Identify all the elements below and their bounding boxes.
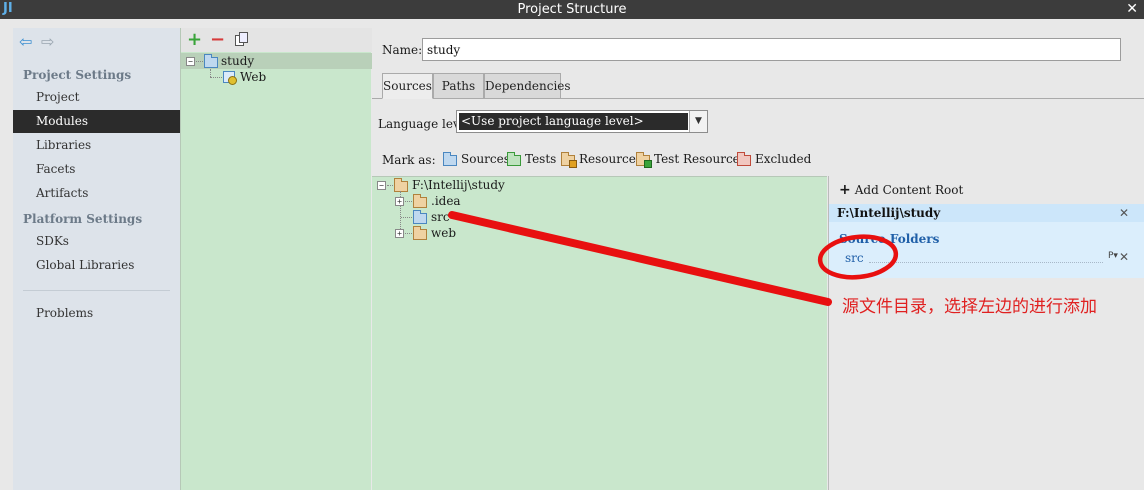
tree-root-label: F:\Intellij\study [412,178,505,192]
content-root-panel: + Add Content Root F:\Intellij\study ✕ So… [828,176,1144,490]
sidebar-item-facets[interactable]: Facets [13,158,180,181]
sidebar-item-project[interactable]: Project [13,86,180,109]
sidebar-item-global-libraries[interactable]: Global Libraries [13,254,180,277]
source-folder-leader [869,262,1103,263]
annotation-text: 源文件目录，选择左边的进行添加 [842,297,1097,317]
sidebar-item-modules[interactable]: Modules [13,110,180,133]
mark-tests-button[interactable]: Tests [507,152,556,168]
name-label: Name: [382,43,423,57]
resources-folder-icon [561,152,577,168]
add-module-icon[interactable]: + [187,31,202,49]
tree-item-label: src [431,210,450,224]
remove-module-icon[interactable]: − [210,31,225,49]
window-titlebar: JI Project Structure ✕ [0,0,1144,19]
source-tree: − F:\Intellij\study + .idea src + web [372,176,827,490]
module-tree-row-web[interactable]: Web [181,69,372,85]
tree-row-src[interactable]: src [372,209,827,225]
sidebar-divider [23,290,170,291]
tree-row-web[interactable]: + web [372,225,827,241]
mark-sources-button[interactable]: Sources [443,152,510,168]
tree-item-label: web [431,226,457,240]
module-settings: Name: Sources Paths Dependencies Languag… [372,28,1144,490]
web-facet-icon [223,71,237,85]
remove-source-folder-icon[interactable]: ✕ [1119,250,1129,264]
sidebar-item-sdks[interactable]: SDKs [13,230,180,253]
content-root-path: F:\Intellij\study [837,206,941,220]
close-icon[interactable]: ✕ [1126,1,1138,17]
add-content-root-button[interactable]: + Add Content Root [839,182,963,198]
settings-sidebar: ⇦ ⇨ Project Settings Project Modules Libr… [13,28,180,490]
history-arrows: ⇦ ⇨ [19,34,59,52]
folder-icon [394,178,408,192]
excluded-folder-icon [737,152,751,166]
window-title: Project Structure [517,2,627,17]
folder-icon [413,194,427,208]
module-tree-row-study[interactable]: − study [181,53,372,69]
collapse-icon[interactable]: − [186,57,195,66]
chevron-down-icon[interactable]: ▼ [689,111,707,132]
collapse-icon[interactable]: − [377,181,386,190]
arrow-right-icon[interactable]: ⇨ [41,34,59,52]
source-folders-heading: Source Folders [839,232,940,246]
sidebar-item-libraries[interactable]: Libraries [13,134,180,157]
sidebar-item-problems[interactable]: Problems [13,302,180,325]
source-folder-item[interactable]: src [845,251,864,265]
tab-sources[interactable]: Sources [382,73,433,99]
mark-resources-button[interactable]: Resources [561,152,642,168]
tab-paths[interactable]: Paths [433,73,484,99]
expand-icon[interactable]: + [395,229,404,238]
project-settings-heading: Project Settings [23,68,132,82]
sidebar-item-artifacts[interactable]: Artifacts [13,182,180,205]
modules-panel: + − − study Web [180,28,372,490]
tree-row-idea[interactable]: + .idea [372,193,827,209]
tree-item-label: .idea [431,194,461,208]
content-root-box: F:\Intellij\study ✕ Source Folders src P… [829,204,1144,278]
sources-folder-icon [443,152,457,166]
remove-content-root-icon[interactable]: ✕ [1119,206,1129,220]
expand-icon[interactable]: + [395,197,404,206]
test-resources-folder-icon [636,152,652,168]
modules-toolbar: + − [181,28,372,52]
source-folder-properties-icon[interactable]: P▾ [1108,251,1118,261]
facet-label: Web [240,70,267,84]
mark-test-resources-button[interactable]: Test Resources [636,152,746,168]
language-level-select[interactable]: <Use project language level> ▼ [456,110,708,133]
tree-row-root[interactable]: − F:\Intellij\study [372,177,827,193]
mark-as-label: Mark as: [382,153,436,167]
folder-icon [413,226,427,240]
language-level-value: <Use project language level> [459,113,688,130]
tests-folder-icon [507,152,521,166]
plus-icon: + [839,182,851,198]
tab-dependencies[interactable]: Dependencies [484,73,571,99]
module-folder-icon [204,54,218,68]
copy-module-icon[interactable] [235,32,249,48]
platform-settings-heading: Platform Settings [23,212,143,226]
module-name-input[interactable] [422,38,1121,61]
arrow-left-icon[interactable]: ⇦ [19,34,37,52]
mark-excluded-button[interactable]: Excluded [737,152,811,168]
source-folder-icon [413,210,427,224]
module-label: study [221,54,255,68]
